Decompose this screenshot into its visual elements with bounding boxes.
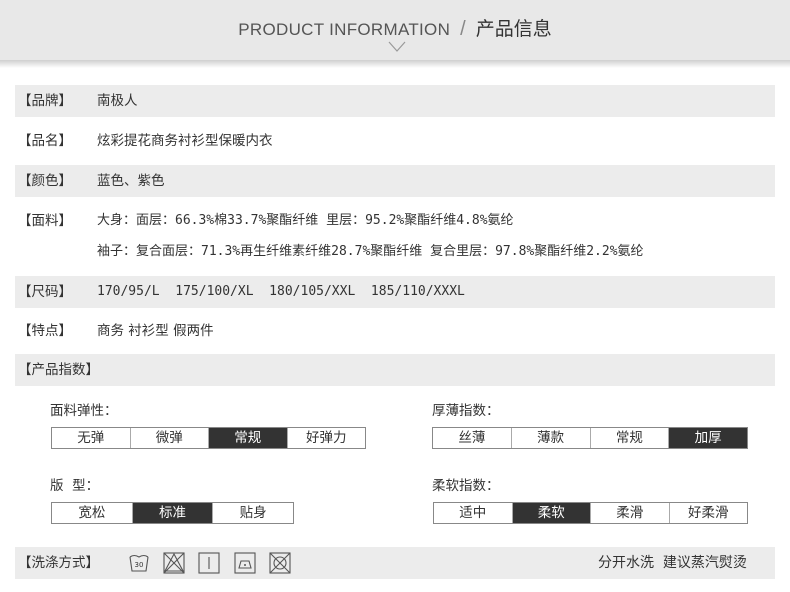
elasticity-option: 好弹力: [286, 428, 366, 448]
product-index-title: 【产品指数】: [18, 362, 99, 378]
row-brand: 【品牌】 南极人: [15, 85, 775, 117]
line-dry-icon: [198, 552, 220, 574]
thickness-option: 加厚: [668, 428, 747, 448]
section-header: PRODUCT INFORMATION / 产品信息: [0, 0, 790, 60]
row-features: 【特点】 商务 衬衫型 假两件: [15, 315, 775, 347]
thickness-option: 丝薄: [458, 430, 486, 446]
brand-label: 【品牌】: [18, 93, 72, 109]
fit-option: 标准: [131, 503, 213, 523]
header-title: PRODUCT INFORMATION / 产品信息: [0, 14, 790, 41]
header-shadow: [0, 60, 790, 68]
header-separator: /: [460, 18, 466, 40]
softness-option: 柔滑: [590, 503, 669, 523]
elasticity-option: 微弹: [129, 428, 209, 448]
wash-30-icon: 30: [129, 554, 149, 572]
elasticity-label: 面料弹性：: [50, 403, 118, 419]
header-title-cn: 产品信息: [475, 18, 552, 40]
softness-option: 柔软: [511, 503, 590, 523]
softness-option: 适中: [459, 505, 487, 521]
no-dry-clean-icon: [269, 552, 291, 574]
fit-scale: 宽松 标准 贴身: [51, 502, 294, 524]
row-color: 【颜色】 蓝色、紫色: [15, 165, 775, 197]
brand-value: 南极人: [97, 93, 138, 109]
washing-label: 【洗涤方式】: [18, 555, 99, 571]
features-label: 【特点】: [18, 323, 72, 339]
row-product-index: 【产品指数】: [15, 354, 775, 386]
row-size: 【尺码】 170/95/L 175/100/XL 180/105/XXL 185…: [15, 276, 775, 308]
elasticity-option: 无弹: [77, 430, 105, 446]
softness-scale: 适中 柔软 柔滑 好柔滑: [433, 502, 748, 524]
size-value: 170/95/L 175/100/XL 180/105/XXL 185/110/…: [97, 284, 465, 299]
row-washing: 【洗涤方式】 30 分开水洗 建议蒸汽熨烫: [15, 547, 775, 579]
fabric-sleeve-value: 袖子：复合面层：71.3%再生纤维素纤维28.7%聚酯纤维 复合里层：97.8%…: [97, 244, 644, 259]
no-bleach-icon: [163, 552, 185, 574]
chevron-down-icon: [388, 41, 406, 52]
thickness-scale: 丝薄 薄款 常规 加厚: [432, 427, 748, 449]
features-value: 商务 衬衫型 假两件: [97, 323, 214, 339]
softness-option: 好柔滑: [668, 503, 748, 523]
product-name-label: 【品名】: [18, 133, 72, 149]
color-value: 蓝色、紫色: [97, 173, 165, 189]
thickness-label: 厚薄指数：: [432, 403, 500, 419]
fit-option: 贴身: [212, 503, 293, 523]
row-fabric: 【面料】 大身：面层：66.3%棉33.7%聚酯纤维 里层：95.2%聚酯纤维4…: [15, 205, 775, 259]
thickness-option: 薄款: [510, 428, 590, 448]
thickness-option: 常规: [589, 428, 669, 448]
softness-label: 柔软指数：: [432, 478, 500, 494]
row-product-name: 【品名】 炫彩提花商务衬衫型保暖内衣: [15, 125, 775, 157]
elasticity-scale: 无弹 微弹 常规 好弹力: [51, 427, 366, 449]
fabric-label: 【面料】: [18, 213, 72, 229]
fit-label: 版 型：: [50, 478, 100, 494]
product-name-value: 炫彩提花商务衬衫型保暖内衣: [97, 133, 273, 149]
wash-temp-label: 30: [135, 561, 144, 569]
elasticity-option: 常规: [208, 428, 287, 448]
header-title-en: PRODUCT INFORMATION: [238, 20, 451, 39]
size-label: 【尺码】: [18, 284, 72, 300]
low-iron-icon: [234, 552, 256, 574]
washing-instructions: 分开水洗 建议蒸汽熨烫: [598, 555, 747, 571]
fit-option: 宽松: [78, 505, 106, 521]
fabric-body-value: 大身：面层：66.3%棉33.7%聚酯纤维 里层：95.2%聚酯纤维4.8%氨纶: [97, 213, 514, 228]
color-label: 【颜色】: [18, 173, 72, 189]
